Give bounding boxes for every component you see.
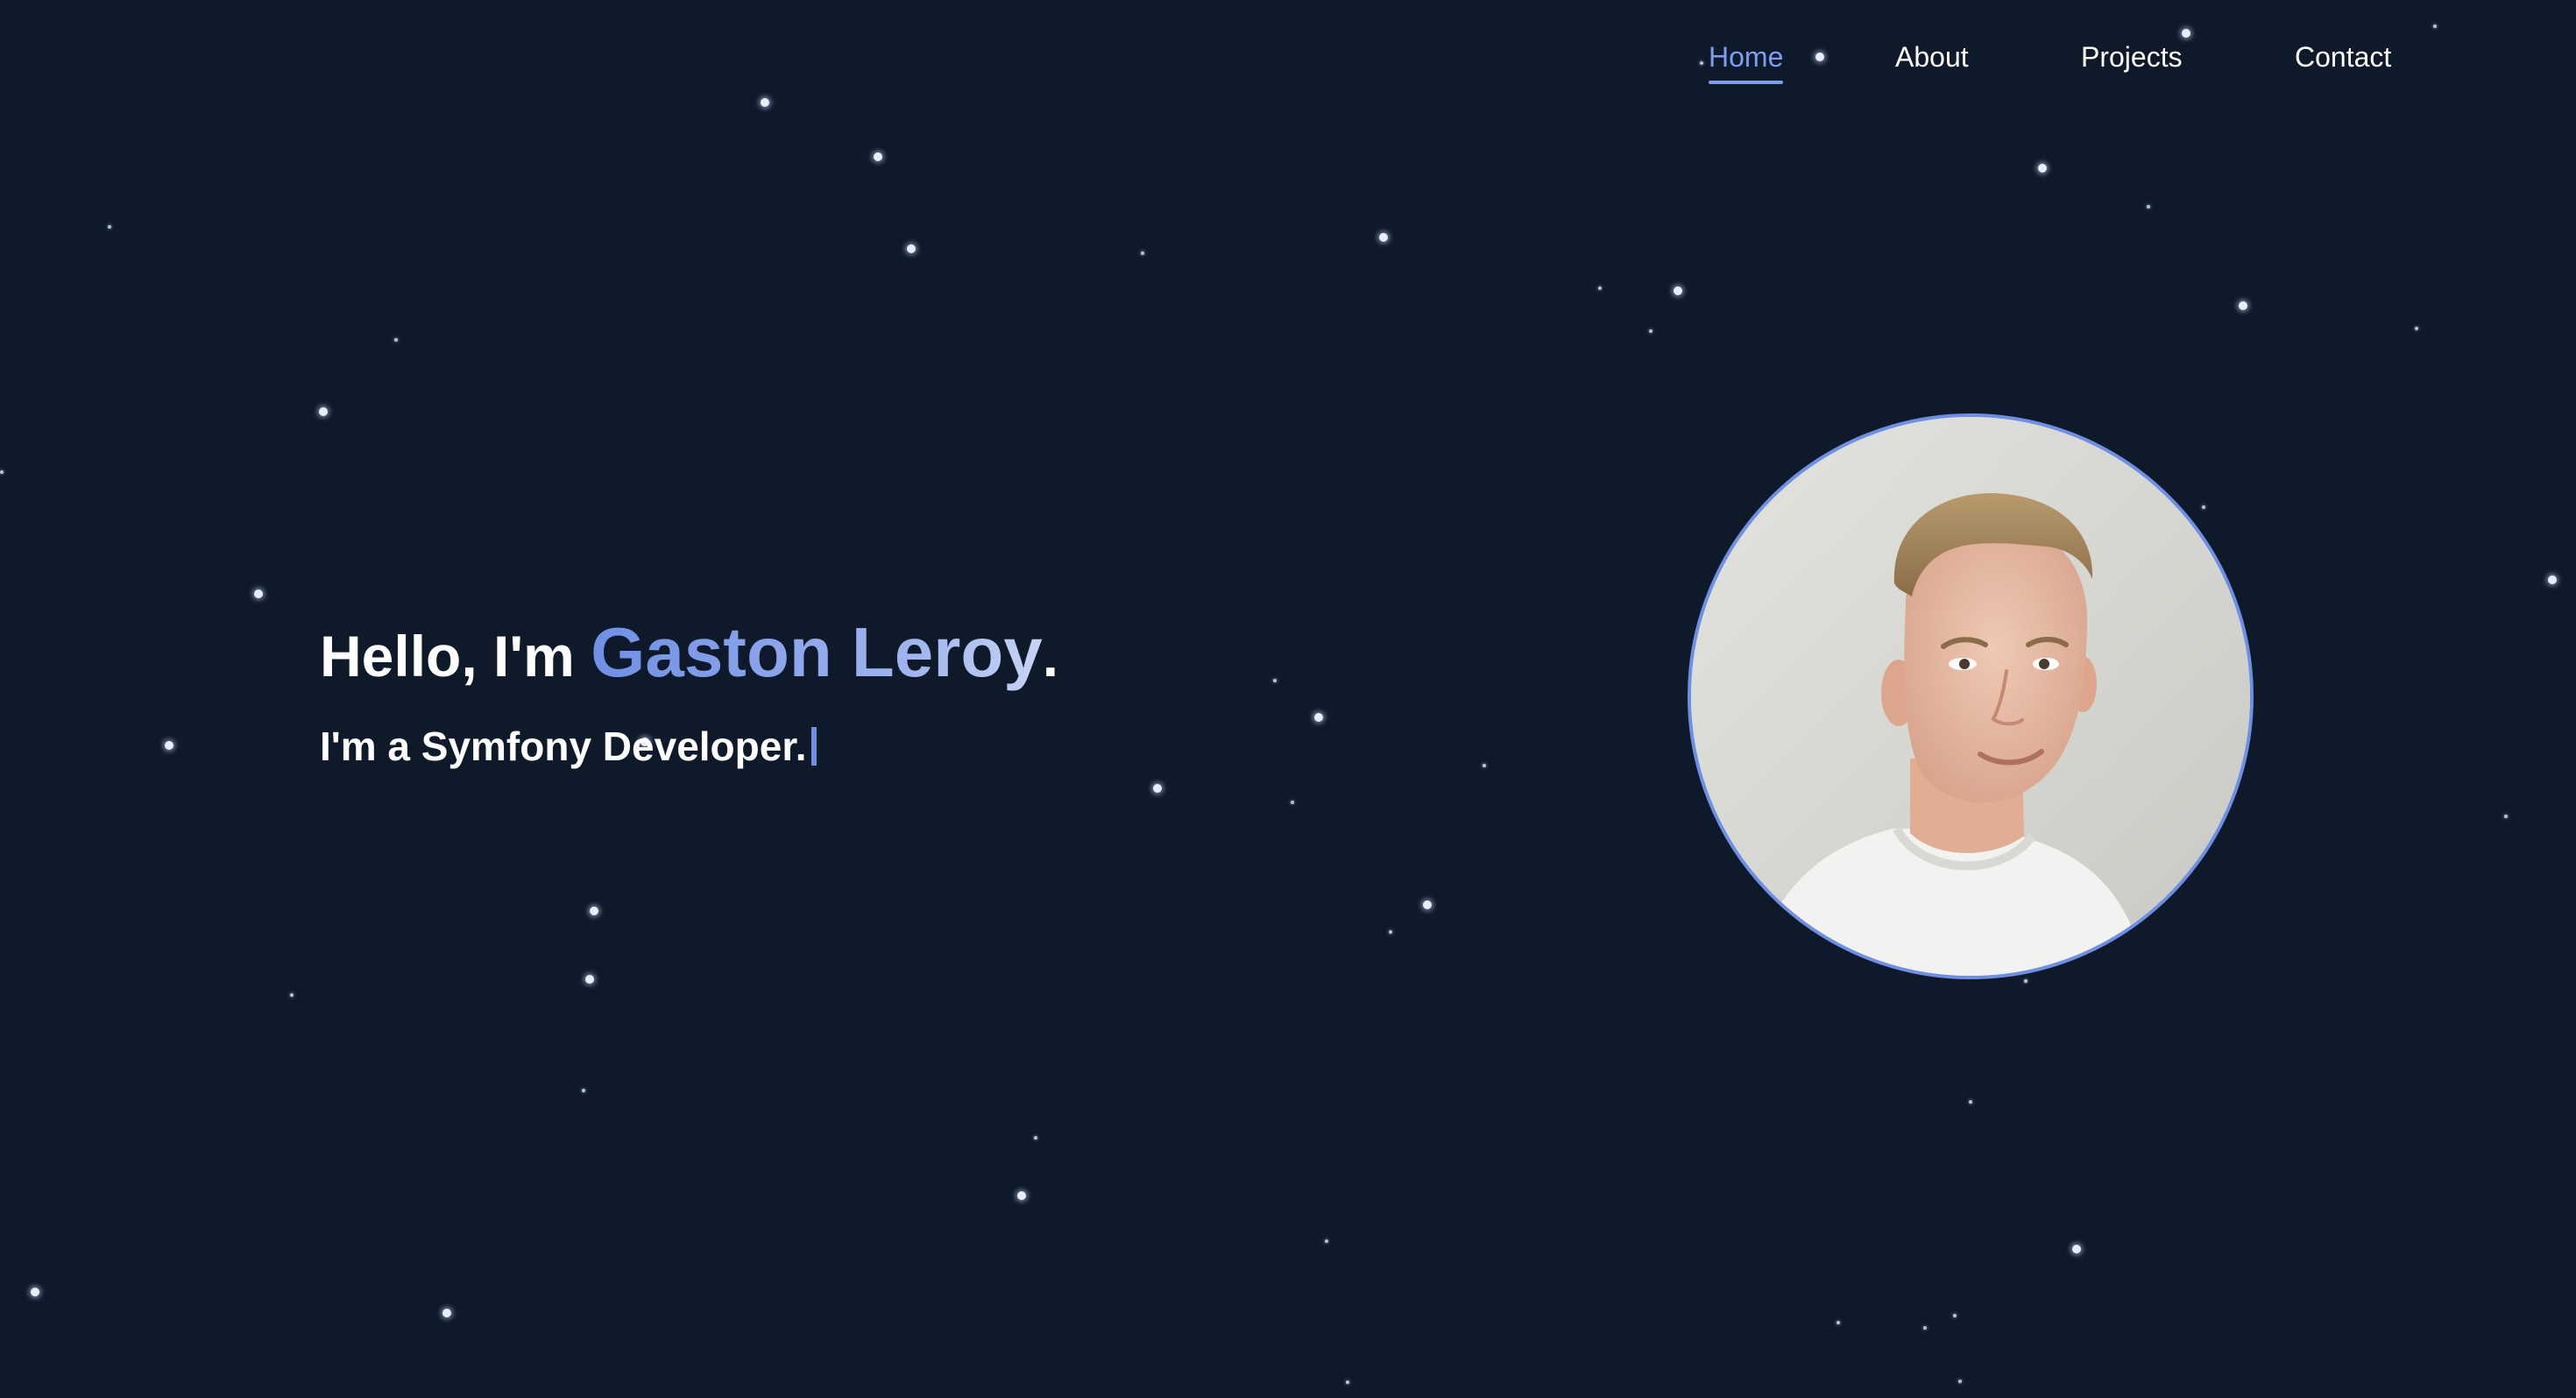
star-dot — [1034, 1136, 1037, 1140]
star-dot — [1836, 1321, 1840, 1324]
star-dot — [1953, 1314, 1957, 1317]
portrait-photo-icon — [1691, 417, 2250, 976]
star-dot — [290, 993, 294, 997]
star-dot — [761, 98, 769, 107]
star-dot — [1958, 1380, 1962, 1383]
star-dot — [2548, 575, 2557, 584]
star-dot — [2072, 1245, 2081, 1253]
star-dot — [394, 338, 398, 342]
hero-greeting: Hello, I'm — [320, 624, 591, 688]
star-dot — [1389, 930, 1392, 934]
star-dot — [874, 152, 882, 161]
star-dot — [254, 590, 263, 598]
star-dot — [1923, 1326, 1927, 1330]
star-dot — [442, 1309, 451, 1317]
star-dot — [1379, 233, 1388, 242]
star-dot — [1483, 764, 1486, 767]
star-dot — [582, 1089, 585, 1092]
star-dot — [907, 244, 916, 253]
star-dot — [1649, 329, 1652, 333]
hero-role: I'm a Symfony Developer. — [320, 720, 1058, 773]
hero-role-text: I'm a Symfony Developer. — [320, 724, 807, 769]
star-dot — [1017, 1191, 1026, 1200]
hero-heading: Hello, I'm Gaston Leroy. — [320, 604, 1058, 704]
star-dot — [0, 470, 4, 474]
typing-cursor — [811, 727, 817, 766]
hero-text: Hello, I'm Gaston Leroy. I'm a Symfony D… — [320, 604, 1058, 773]
star-dot — [1314, 713, 1323, 722]
star-dot — [1141, 251, 1144, 255]
star-dot — [2202, 505, 2205, 509]
hero-punctuation: . — [1042, 624, 1059, 688]
star-dot — [1273, 679, 1277, 682]
star-dot — [108, 225, 111, 229]
nav-link-contact[interactable]: Contact — [2295, 35, 2391, 79]
star-dot — [1674, 286, 1682, 295]
star-dot — [1598, 286, 1602, 290]
star-dot — [319, 407, 328, 416]
page: Home About Projects Contact Hello, I'm G… — [0, 0, 2576, 1398]
nav-link-home[interactable]: Home — [1709, 35, 1784, 84]
star-dot — [1969, 1100, 1972, 1104]
star-dot — [2433, 25, 2437, 28]
main-nav: Home About Projects Contact — [1665, 35, 2576, 88]
star-dot — [585, 975, 594, 984]
star-dot — [165, 741, 173, 750]
star-dot — [2038, 164, 2047, 173]
star-dot — [2024, 979, 2028, 983]
star-dot — [1291, 801, 1294, 804]
hero-name: Gaston Leroy — [591, 613, 1043, 691]
nav-link-about[interactable]: About — [1895, 35, 1969, 79]
star-dot — [31, 1288, 39, 1296]
star-dot — [2504, 815, 2508, 818]
star-dot — [2147, 205, 2150, 208]
star-dot — [1346, 1380, 1349, 1384]
star-dot — [1325, 1239, 1328, 1243]
star-dot — [2239, 301, 2247, 310]
star-dot — [1153, 784, 1162, 793]
star-dot — [2415, 327, 2418, 330]
nav-link-projects[interactable]: Projects — [2081, 35, 2183, 79]
star-dot — [1423, 900, 1432, 909]
star-dot — [590, 907, 598, 915]
avatar — [1688, 413, 2254, 979]
